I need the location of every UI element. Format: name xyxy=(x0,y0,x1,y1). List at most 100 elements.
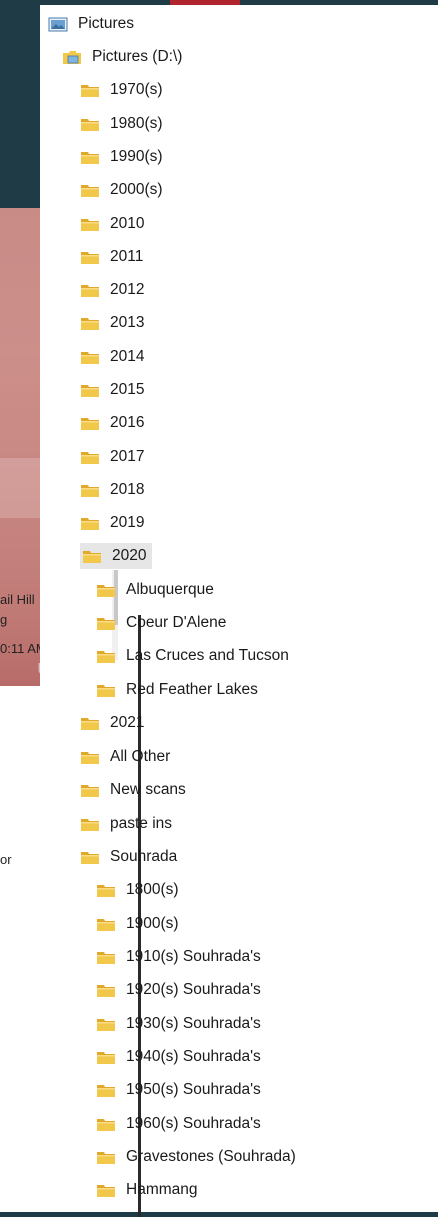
tree-item[interactable]: 1990(s) xyxy=(80,144,163,170)
folder-icon xyxy=(80,117,100,132)
drive-folder-icon xyxy=(62,50,82,65)
folder-icon xyxy=(80,217,100,232)
tree-item[interactable]: New scans xyxy=(80,777,186,803)
folder-icon xyxy=(96,983,116,998)
tree-item[interactable]: Albuquerque xyxy=(96,577,214,603)
tree-item-label: Hammang xyxy=(126,1181,198,1198)
folder-icon xyxy=(80,283,100,298)
folder-tree-pane: Pictures Pictures (D:\) 1970(s) 1980(s) 1990… xyxy=(40,5,438,1217)
tree-item-label: 1970(s) xyxy=(110,81,163,98)
photo-info-line: g xyxy=(0,612,8,627)
tree-item-label: 2014 xyxy=(110,348,145,365)
tree-item[interactable]: Hammang xyxy=(96,1177,198,1203)
tree-item[interactable]: 2020 xyxy=(80,543,153,569)
tree-item[interactable]: All Other xyxy=(80,744,170,770)
tree-item[interactable]: 2014 xyxy=(80,344,144,370)
folder-icon xyxy=(80,750,100,765)
photo-info-line: or xyxy=(0,852,12,867)
tree-item[interactable]: 2013 xyxy=(80,310,144,336)
folder-icon xyxy=(80,316,100,331)
tree-item-label: 1960(s) Souhrada's xyxy=(126,1115,261,1132)
tree-item[interactable]: Las Cruces and Tucson xyxy=(96,643,289,669)
tree-item-label: 1950(s) Souhrada's xyxy=(126,1081,261,1098)
tree-item[interactable]: 2018 xyxy=(80,477,144,503)
tree-item-label: 2021 xyxy=(110,714,145,731)
tree-item[interactable]: 1950(s) Souhrada's xyxy=(96,1077,261,1103)
tree-item-label: 2013 xyxy=(110,314,145,331)
tree-item-label: Las Cruces and Tucson xyxy=(126,647,289,664)
pictures-library-icon xyxy=(48,17,68,32)
tree-item[interactable]: 1960(s) Souhrada's xyxy=(96,1111,261,1137)
tree-item-label: New scans xyxy=(110,781,186,798)
folder-icon xyxy=(80,150,100,165)
tree-item[interactable]: Red Feather Lakes xyxy=(96,677,258,703)
tree-item[interactable]: Coeur D'Alene xyxy=(96,610,226,636)
tree-item[interactable]: 1910(s) Souhrada's xyxy=(96,944,261,970)
tree-item[interactable]: paste ins xyxy=(80,811,172,837)
tree-item[interactable]: 2015 xyxy=(80,377,144,403)
folder-icon xyxy=(96,1050,116,1065)
tree-item[interactable]: Souhrada xyxy=(80,844,177,870)
tree-item[interactable]: 1930(s) Souhrada's xyxy=(96,1011,261,1037)
tree-item-label: 1910(s) Souhrada's xyxy=(126,948,261,965)
folder-icon xyxy=(80,483,100,498)
folder-icon xyxy=(96,1150,116,1165)
tree-item-label: 2015 xyxy=(110,381,145,398)
tree-item-label: 2016 xyxy=(110,414,145,431)
tree-item-label: 1980(s) xyxy=(110,115,163,132)
folder-icon xyxy=(96,616,116,631)
tree-item-label: 1900(s) xyxy=(126,915,179,932)
tree-item[interactable]: 2010 xyxy=(80,211,144,237)
tree-item-label: Pictures (D:\) xyxy=(92,48,183,65)
tree-item-label: 2000(s) xyxy=(110,181,163,198)
tree-item[interactable]: Pictures xyxy=(48,11,134,37)
tree-item[interactable]: 1900(s) xyxy=(96,911,179,937)
folder-icon xyxy=(96,1017,116,1032)
tree-item-label: All Other xyxy=(110,748,171,765)
tree-item[interactable]: 2000(s) xyxy=(80,177,163,203)
tree-item-label: Souhrada xyxy=(110,848,178,865)
tree-item[interactable]: 2021 xyxy=(80,710,144,736)
photo-info-line: ail Hill xyxy=(0,592,35,607)
folder-icon xyxy=(82,549,102,564)
tree-item-label: 2011 xyxy=(110,248,144,265)
tree-item-label: 2012 xyxy=(110,281,145,298)
tree-item[interactable]: 1920(s) Souhrada's xyxy=(96,977,261,1003)
tree-item[interactable]: Gravestones (Souhrada) xyxy=(96,1144,296,1170)
tree-item-label: Albuquerque xyxy=(126,581,214,598)
folder-icon xyxy=(80,783,100,798)
tree-item-label: Gravestones (Souhrada) xyxy=(126,1148,296,1165)
folder-icon xyxy=(80,416,100,431)
folder-icon xyxy=(80,716,100,731)
folder-icon xyxy=(80,250,100,265)
folder-icon xyxy=(80,383,100,398)
tree-item-label: 2010 xyxy=(110,215,145,232)
tree-item[interactable]: 1800(s) xyxy=(96,877,179,903)
tree-item[interactable]: 1940(s) Souhrada's xyxy=(96,1044,261,1070)
tree-item[interactable]: 2011 xyxy=(80,244,143,270)
tree-item-label: 1940(s) Souhrada's xyxy=(126,1048,261,1065)
folder-icon xyxy=(96,683,116,698)
folder-icon xyxy=(96,1083,116,1098)
tree-item-label: Red Feather Lakes xyxy=(126,681,258,698)
tree-item[interactable]: 1980(s) xyxy=(80,111,163,137)
folder-icon xyxy=(96,883,116,898)
tree-item[interactable]: 2019 xyxy=(80,510,144,536)
folder-icon xyxy=(80,450,100,465)
folder-icon xyxy=(80,817,100,832)
tree-item-label: 2019 xyxy=(110,514,145,531)
tree-item[interactable]: 2012 xyxy=(80,277,144,303)
folder-icon xyxy=(80,516,100,531)
folder-icon xyxy=(96,950,116,965)
folder-icon xyxy=(80,850,100,865)
tree-item[interactable]: 2017 xyxy=(80,444,144,470)
tree-item-label: 2020 xyxy=(112,547,147,564)
tree-item[interactable]: Pictures (D:\) xyxy=(62,44,182,70)
tree-item-label: 1990(s) xyxy=(110,148,163,165)
folder-icon xyxy=(96,1183,116,1198)
tree-item-label: Coeur D'Alene xyxy=(126,614,227,631)
tree-item[interactable]: 2016 xyxy=(80,410,144,436)
tree-item[interactable]: 1970(s) xyxy=(80,77,163,103)
tree-item-label: 2017 xyxy=(110,448,145,465)
folder-icon xyxy=(80,350,100,365)
